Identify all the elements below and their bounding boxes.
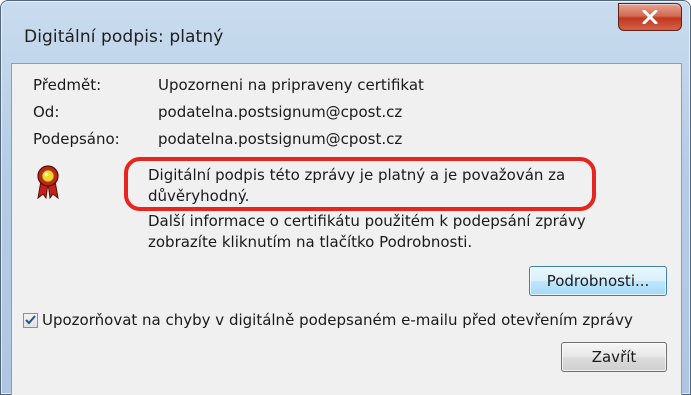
warn-errors-checkbox[interactable] bbox=[23, 312, 38, 328]
certificate-info-text: Další informace o certifikátu použitém k… bbox=[148, 211, 618, 253]
subject-value: Upozorneni na pripraveny certifikat bbox=[158, 76, 424, 94]
close-button[interactable]: Zavřít bbox=[561, 342, 667, 372]
status-line-1: Digitální podpis této zprávy je platný a… bbox=[148, 166, 566, 184]
signature-status-text: Digitální podpis této zprávy je platný a… bbox=[148, 165, 578, 207]
warn-errors-option[interactable]: Upozorňovat na chyby v digitálně podepsa… bbox=[23, 309, 633, 331]
signed-by-label: Podepsáno: bbox=[33, 130, 120, 148]
window-close-button[interactable] bbox=[618, 3, 682, 31]
info-line-1: Další informace o certifikátu použitém k… bbox=[148, 212, 586, 230]
window-title: Digitální podpis: platný bbox=[24, 27, 224, 47]
close-icon bbox=[642, 10, 658, 24]
status-line-2: důvěryhodný. bbox=[148, 187, 250, 205]
info-line-2: zobrazíte kliknutím na tlačítko Podrobno… bbox=[148, 233, 473, 251]
details-button[interactable]: Podrobnosti... bbox=[529, 266, 667, 296]
checkmark-icon bbox=[25, 315, 36, 325]
from-label: Od: bbox=[33, 103, 60, 121]
subject-label: Předmět: bbox=[33, 76, 102, 94]
from-value: podatelna.postsignum@cpost.cz bbox=[158, 103, 403, 121]
warn-errors-label: Upozorňovat na chyby v digitálně podepsa… bbox=[42, 311, 633, 329]
dialog-window: Digitální podpis: platný Předmět: Upozor… bbox=[0, 0, 691, 395]
title-bar[interactable]: Digitální podpis: platný bbox=[1, 1, 690, 57]
certificate-ribbon-icon bbox=[36, 165, 60, 203]
signed-by-value: podatelna.postsignum@cpost.cz bbox=[158, 130, 403, 148]
